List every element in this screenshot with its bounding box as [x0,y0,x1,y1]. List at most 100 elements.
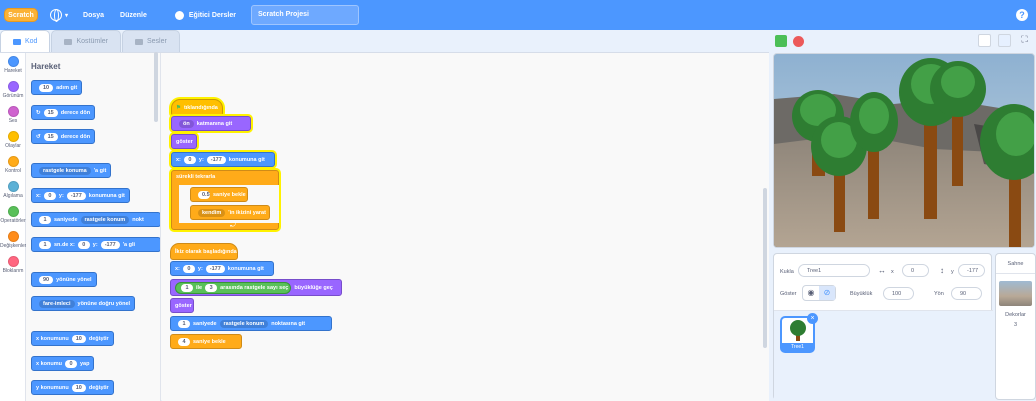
turn-left-block[interactable]: ↺ 15 derece dön [31,129,96,144]
stage-title: Sahne [996,254,1035,274]
value-pill[interactable]: 1 [39,240,51,249]
size-input[interactable]: 100 [883,287,914,300]
block-text: y: [58,192,64,199]
value-pill[interactable]: 0.5 [198,190,210,199]
goto-xy-block[interactable]: x: 0 y: -177 konumuna git [171,152,275,167]
stop-icon[interactable] [793,36,804,47]
sprite-name-input[interactable]: Tree1 [798,264,870,277]
palette-scrollbar[interactable] [154,52,158,122]
value-pill[interactable]: 0 [64,359,77,368]
category-operators[interactable]: Operatörler [0,203,26,228]
turn-right-block[interactable]: ↻ 15 derece dön [31,105,96,120]
category-dot-icon [7,181,19,192]
target-dropdown[interactable]: rastgele konum [80,215,130,224]
create-clone-block[interactable]: kendim'in ikizini yarat [190,205,270,220]
category-variables[interactable]: Değişkenler [0,228,26,253]
category-control[interactable]: Kontrol [0,153,26,178]
goto-block[interactable]: rastgele konuma'a git [31,163,112,178]
target-dropdown[interactable]: rastgele konum [219,319,269,328]
tab-costumes[interactable]: Kostümler [51,30,121,52]
workspace-scrollbar[interactable] [763,188,767,348]
show-block[interactable]: göster [170,298,194,313]
clone-target-dropdown[interactable]: kendim [198,208,226,217]
value-pill[interactable]: 4 [178,337,190,346]
target-dropdown[interactable]: rastgele konuma [39,166,91,175]
value-pill[interactable]: 1 [181,283,193,292]
x-pill[interactable]: 0 [183,155,196,164]
value-pill[interactable]: 1 [178,319,190,328]
category-looks[interactable]: Görünüm [0,78,26,103]
random-operator-block[interactable]: 1 ile 3 arasında rastgele sayı seç [175,281,292,294]
when-flag-clicked-block[interactable]: ⚑ tıklandığında [171,99,223,116]
value-pill[interactable]: 10 [39,83,54,92]
y-pill[interactable]: -177 [100,240,120,249]
category-events[interactable]: Olaylar [0,128,26,153]
edit-menu[interactable]: Düzenle [120,12,147,19]
target-dropdown[interactable]: fare-imleci [39,299,75,308]
stage-selector[interactable]: Sahne Dekorlar 3 [995,253,1036,400]
change-y-block[interactable]: y konumunu 10 değiştir [31,380,114,395]
y-input[interactable]: -177 [958,264,985,277]
block-text: nokt [132,216,144,223]
point-towards-block[interactable]: fare-imleci yönüne doğru yönel [31,296,136,311]
move-steps-block[interactable]: 10 adım git [31,80,83,95]
point-direction-block[interactable]: 90 yönüne yönel [31,272,97,287]
category-motion[interactable]: Hareket [0,53,26,78]
language-menu[interactable]: ▾ [50,9,68,22]
value-pill[interactable]: 1 [39,215,51,224]
tutorials-button[interactable]: Eğitici Dersler [174,10,236,20]
value-pill[interactable]: 90 [39,275,54,284]
glide-xy-block[interactable]: 1 sn.de x: 0 y: -177'a gli [31,237,160,252]
eye-hidden-icon[interactable]: ⊘ [819,286,835,300]
y-pill[interactable]: -177 [206,155,226,164]
sprite-thumbnail[interactable]: Tree1 × [780,313,818,353]
small-stage-icon[interactable] [978,34,991,47]
wait-block[interactable]: 0.5 saniye bekle [190,187,248,202]
change-x-block[interactable]: x konumunu 10 değiştir [31,331,114,346]
file-menu[interactable]: Dosya [83,12,104,19]
fullscreen-icon[interactable]: ⛶ [1018,34,1031,47]
x-pill[interactable]: 0 [182,264,195,273]
glide-block[interactable]: 1 saniyede rastgele konum noktasına git [170,316,332,331]
y-pill[interactable]: -177 [66,191,86,200]
large-stage-icon[interactable] [998,34,1011,47]
value-pill[interactable]: 10 [71,334,86,343]
show-block[interactable]: göster [171,134,197,149]
x-pill[interactable]: 0 [77,240,90,249]
set-x-block[interactable]: x konumu 0 yap [31,356,95,371]
goto-xy-block[interactable]: x: 0 y: -177 konumuna git [170,261,274,276]
eye-icon[interactable]: ◉ [803,286,819,300]
y-arrows-icon: ↕ [940,266,944,275]
category-sound[interactable]: Ses [0,103,26,128]
trash-icon[interactable]: × [807,313,818,324]
wait-block[interactable]: 4 saniye bekle [170,334,242,349]
category-myblocks[interactable]: Bloklarım [0,253,26,278]
script-workspace[interactable]: ⚑ tıklandığında ön katmanına git göster x:… [162,53,769,401]
glide-block[interactable]: 1 saniyede rastgele konum nokt [31,212,160,227]
value-pill[interactable]: 10 [71,383,86,392]
tab-sounds[interactable]: Sesler [121,30,180,52]
backdrop-thumbnail[interactable] [999,281,1032,306]
when-clone-starts-block[interactable]: İkiz olarak başladığında [170,243,238,260]
goto-xy-block[interactable]: x: 0 y: -177 konumuna git [31,188,130,203]
layer-dropdown[interactable]: ön [179,119,194,128]
direction-input[interactable]: 90 [951,287,982,300]
x-input[interactable]: 0 [902,264,929,277]
scratch-logo[interactable]: Scratch [4,8,38,22]
value-pill[interactable]: 3 [205,283,218,292]
help-icon[interactable]: ? [1016,9,1028,21]
category-sensing[interactable]: Algılama [0,178,26,203]
x-pill[interactable]: 0 [43,191,56,200]
y-pill[interactable]: -177 [205,264,225,273]
value-pill[interactable]: 15 [43,108,58,117]
tab-code[interactable]: Kod [0,30,51,52]
value-pill[interactable]: 15 [43,132,58,141]
block-text: yönüne doğru yönel [77,300,131,307]
go-to-layer-block[interactable]: ön katmanına git [171,116,251,131]
stage-canvas[interactable] [773,53,1035,248]
set-size-block[interactable]: 1 ile 3 arasında rastgele sayı seç büyüklüğe… [170,279,342,296]
green-flag-icon[interactable] [775,35,787,47]
category-dot-icon [7,56,19,67]
size-label: Büyüklük [850,291,873,297]
project-title-input[interactable]: Scratch Projesi [250,5,359,25]
